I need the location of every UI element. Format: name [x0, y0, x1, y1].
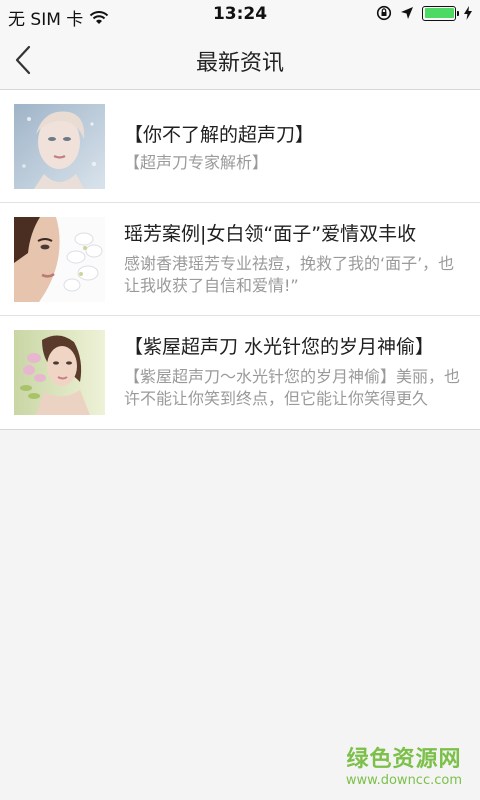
- status-right: [376, 5, 472, 21]
- app-screen: 无 SIM 卡 13:24 最新资讯 【你不了解的超声刀】 【超声刀专家解析】 …: [0, 0, 480, 800]
- page-title: 最新资讯: [195, 51, 284, 76]
- news-title: 瑶芳案例|女白领“面子”爱情双丰收: [124, 223, 417, 245]
- battery-fill: [424, 8, 454, 18]
- news-summary: 【紫屋超声刀～水光针您的岁月神偷】美丽，也许不能让你笑到终点，但它能让你笑得更久: [124, 367, 461, 408]
- news-thumbnail: [14, 330, 105, 415]
- location-icon: [400, 6, 414, 20]
- news-summary: 【超声刀专家解析】: [124, 153, 269, 172]
- news-list: 【你不了解的超声刀】 【超声刀专家解析】 瑶芳案例|女白领“面子”爱情双丰收 感…: [0, 90, 480, 430]
- navigation-bar: 最新资讯: [0, 30, 480, 90]
- news-thumbnail: [14, 104, 105, 189]
- watermark-title: 绿色资源网: [346, 747, 462, 772]
- watermark-url: www.downcc.com: [345, 773, 462, 788]
- news-title: 【你不了解的超声刀】: [124, 124, 315, 146]
- news-thumbnail: [14, 217, 105, 302]
- status-bar: 无 SIM 卡 13:24: [0, 0, 480, 30]
- news-item[interactable]: 【紫屋超声刀 水光针您的岁月神偷】 【紫屋超声刀～水光针您的岁月神偷】美丽，也许…: [0, 316, 480, 429]
- charging-icon: [464, 6, 472, 20]
- news-title: 【紫屋超声刀 水光针您的岁月神偷】: [124, 336, 435, 358]
- site-watermark: 绿色资源网 www.downcc.com: [346, 741, 462, 788]
- lock-rotation-icon: [376, 5, 392, 21]
- battery-icon: [422, 5, 459, 21]
- news-item[interactable]: 【你不了解的超声刀】 【超声刀专家解析】: [0, 90, 480, 203]
- news-summary: 感谢香港瑶芳专业祛痘，挽救了我的‘面子’，也让我收获了自信和爱情!”: [124, 254, 455, 295]
- news-item[interactable]: 瑶芳案例|女白领“面子”爱情双丰收 感谢香港瑶芳专业祛痘，挽救了我的‘面子’，也…: [0, 203, 480, 316]
